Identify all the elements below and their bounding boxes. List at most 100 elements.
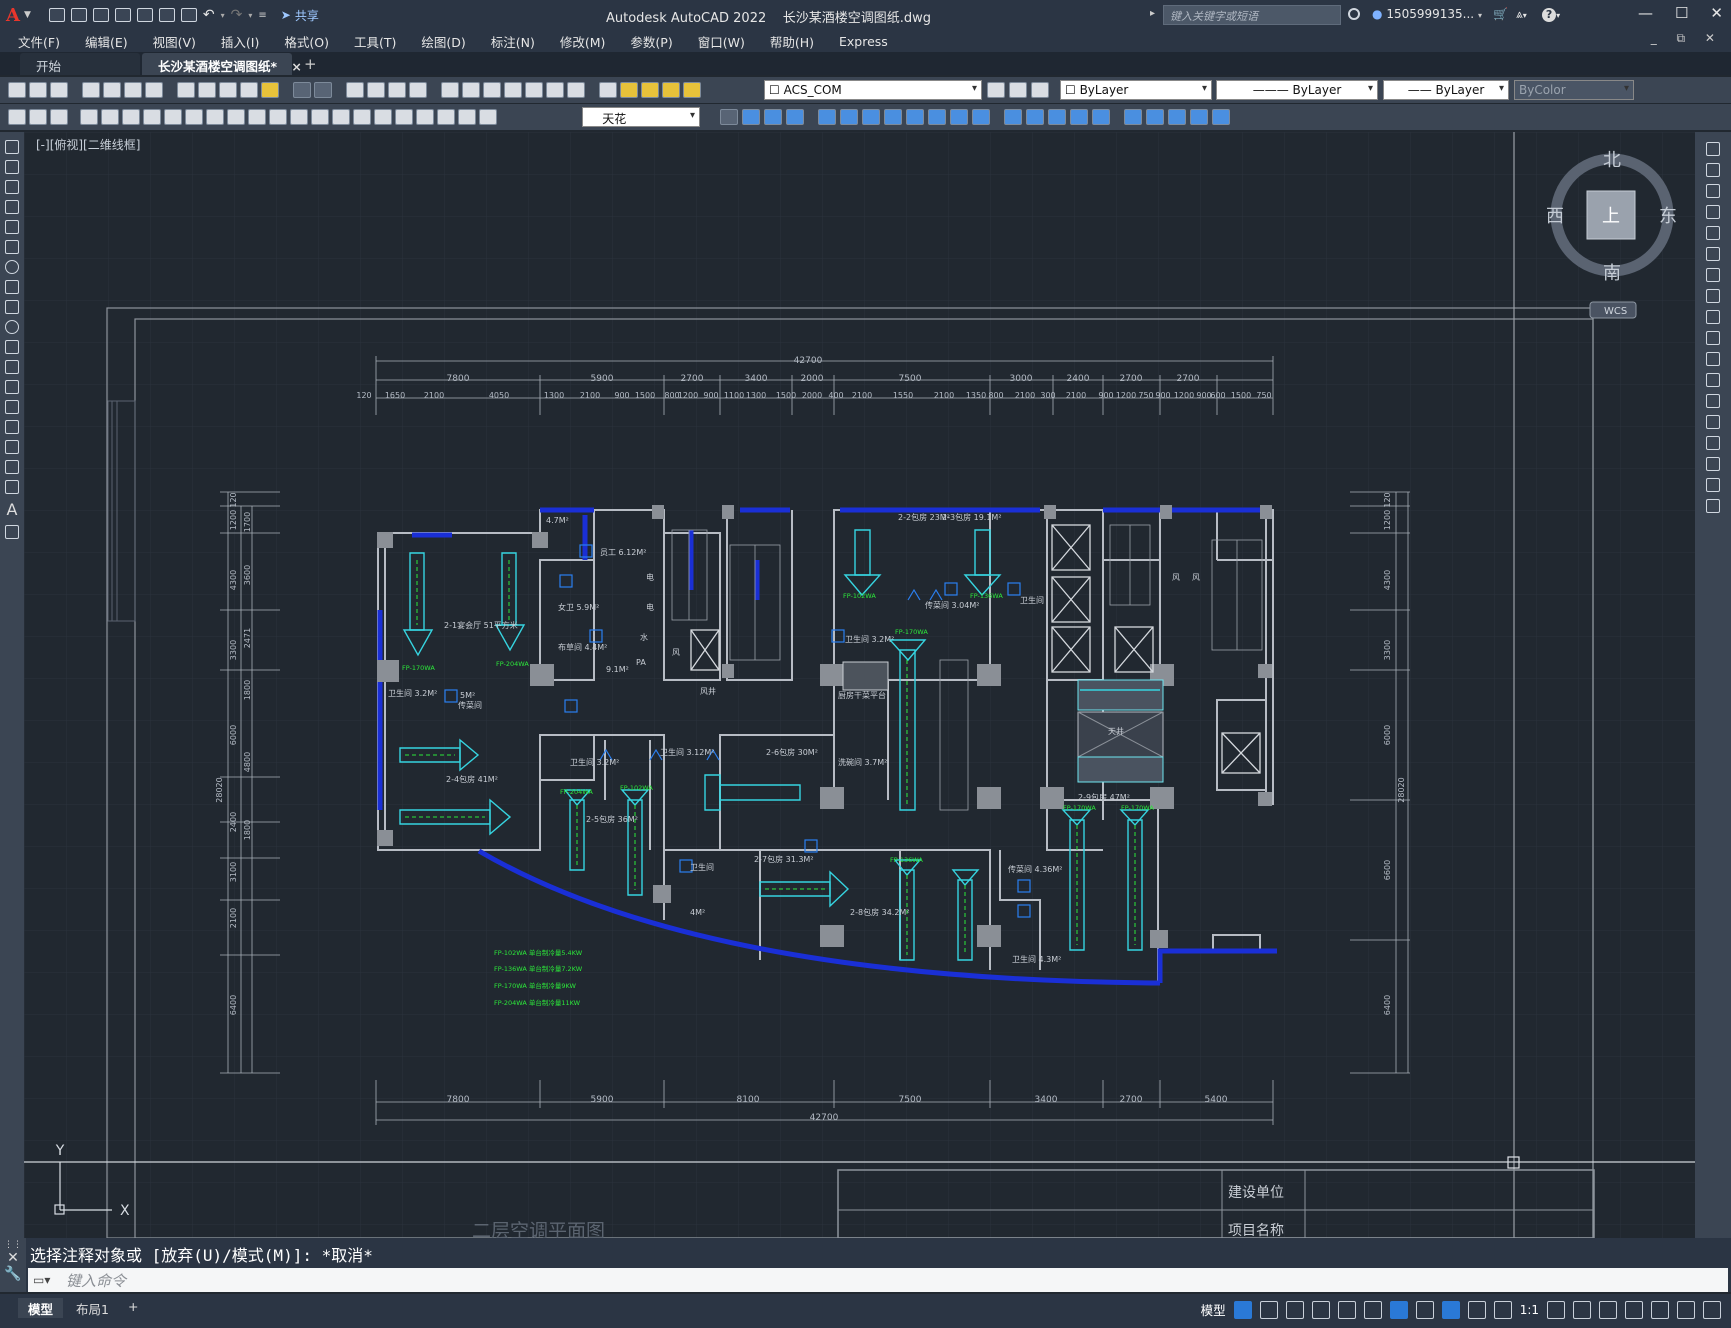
wcs-menu[interactable]: WCS <box>1604 306 1627 317</box>
dim-text-edit-icon[interactable] <box>458 109 476 125</box>
compass-south[interactable]: 南 <box>1603 263 1621 284</box>
dim-style-icon[interactable] <box>720 109 738 125</box>
layer-state-icon[interactable] <box>1031 82 1049 98</box>
ellipse-arc-icon[interactable] <box>5 340 19 354</box>
object-track-toggle-icon[interactable] <box>1363 1300 1382 1319</box>
drawing-canvas[interactable]: 建设单位 项目名称 二层空调平面图 42700 7800 5900 2700 3… <box>24 132 1695 1238</box>
arc-length-icon[interactable] <box>122 109 140 125</box>
auto-scale-icon[interactable] <box>1467 1300 1486 1319</box>
menu-view[interactable]: 视图(V) <box>153 32 196 51</box>
save-as-icon[interactable] <box>114 8 131 22</box>
region-icon[interactable] <box>5 460 19 474</box>
point-icon[interactable] <box>5 400 19 414</box>
polygon-icon[interactable] <box>5 200 19 214</box>
redo-dropdown-icon[interactable]: ▾ <box>248 11 252 20</box>
text-style-select[interactable]: 天花 <box>582 107 700 127</box>
fly-icon[interactable] <box>1168 109 1186 125</box>
layer-previous-icon[interactable] <box>1009 82 1027 98</box>
customize-qat-icon[interactable]: ≡ <box>258 10 266 21</box>
menu-express[interactable]: Express <box>839 34 888 49</box>
annotation-visibility-icon[interactable] <box>1441 1300 1460 1319</box>
annotation-scale[interactable]: 1:1 <box>1520 1303 1539 1317</box>
menu-modify[interactable]: 修改(M) <box>560 32 606 51</box>
offset-icon[interactable] <box>1706 205 1720 219</box>
save-icon[interactable] <box>92 8 109 22</box>
cut-icon[interactable] <box>177 82 195 98</box>
add-selected-icon[interactable] <box>5 525 19 539</box>
copy-icon[interactable] <box>198 82 216 98</box>
dim-edit-icon[interactable] <box>437 109 455 125</box>
ellipse-icon[interactable] <box>5 320 19 334</box>
menu-dimension[interactable]: 标注(N) <box>491 32 535 51</box>
revolve-icon[interactable] <box>840 109 858 125</box>
autodesk-app-icon[interactable]: ⩓ <box>1516 7 1523 21</box>
viewcube-top-face[interactable]: 上 <box>1602 206 1620 227</box>
polar-toggle-icon[interactable] <box>1311 1300 1330 1319</box>
qnew-icon[interactable] <box>8 82 26 98</box>
workspace-gear-icon[interactable] <box>1547 1300 1565 1319</box>
open-icon[interactable] <box>29 82 47 98</box>
user-account[interactable]: ● 1505999135... ▾ 🛒 ⩓▾ ? ▾ <box>1372 7 1560 22</box>
save-web-icon[interactable] <box>158 8 175 22</box>
lineweight-select[interactable]: —— ByLayer <box>1383 80 1509 100</box>
scale-icon[interactable] <box>1706 289 1720 303</box>
swheel-icon[interactable] <box>1212 109 1230 125</box>
extend-icon[interactable] <box>1706 352 1720 366</box>
viewport-controls[interactable]: [-][俯视][二维线框] <box>36 136 140 153</box>
menu-format[interactable]: 格式(O) <box>284 32 329 51</box>
paste-icon[interactable] <box>219 82 237 98</box>
linear-dim-icon[interactable] <box>80 109 98 125</box>
construction-line-icon[interactable] <box>5 160 19 174</box>
osnap-toggle-icon[interactable] <box>1389 1300 1408 1319</box>
minimize-button[interactable]: — <box>1638 4 1653 22</box>
menu-tools[interactable]: 工具(T) <box>354 32 396 51</box>
compass-north[interactable]: 北 <box>1603 150 1621 171</box>
new-tab-button[interactable]: + <box>304 55 317 75</box>
isolate-objects-icon[interactable] <box>1651 1300 1669 1319</box>
rotate-icon[interactable] <box>1706 268 1720 282</box>
tolerance-icon[interactable] <box>353 109 371 125</box>
search-icon[interactable] <box>1348 8 1360 20</box>
tab-drawing[interactable]: 长沙某酒楼空调图纸* × <box>142 53 302 75</box>
units-icon[interactable] <box>1599 1300 1617 1319</box>
properties-icon[interactable] <box>441 82 459 98</box>
recent-commands-icon[interactable]: ▭▾ <box>33 1273 50 1287</box>
app-logo[interactable]: A <box>6 5 20 26</box>
camera-icon[interactable] <box>1124 109 1142 125</box>
visual-style-icon[interactable] <box>1070 109 1088 125</box>
layer-on-icon[interactable] <box>620 82 638 98</box>
linetype-select[interactable]: ——— ByLayer <box>1216 80 1378 100</box>
publish-icon[interactable] <box>124 82 142 98</box>
circle-icon[interactable] <box>5 260 19 274</box>
markup-icon[interactable] <box>525 82 543 98</box>
quick-properties-icon[interactable] <box>1625 1300 1643 1319</box>
break-icon[interactable] <box>1706 394 1720 408</box>
join-icon[interactable] <box>1706 415 1720 429</box>
layer-properties-icon[interactable] <box>599 82 617 98</box>
menu-window[interactable]: 窗口(W) <box>698 32 745 51</box>
zoom-window-icon[interactable] <box>388 82 406 98</box>
ordinate-dim-icon[interactable] <box>143 109 161 125</box>
redo-tool-icon[interactable] <box>314 82 332 98</box>
sheet-set-icon[interactable] <box>504 82 522 98</box>
explode-icon[interactable] <box>1706 499 1720 513</box>
customization-menu-icon[interactable] <box>1703 1300 1721 1319</box>
lights-icon[interactable] <box>1048 109 1066 125</box>
rectangle-icon[interactable] <box>5 220 19 234</box>
table-icon[interactable] <box>5 480 19 494</box>
zoom-realtime-icon[interactable] <box>367 82 385 98</box>
annotation-monitor-icon[interactable] <box>1493 1300 1512 1319</box>
jogged-dim-icon[interactable] <box>185 109 203 125</box>
doc-window-controls[interactable]: _ ⧉ ✕ <box>1651 31 1723 46</box>
section-icon[interactable] <box>884 109 902 125</box>
save-icon[interactable] <box>50 82 68 98</box>
revcloud-icon[interactable] <box>5 280 19 294</box>
cart-icon[interactable]: 🛒 <box>1493 7 1508 21</box>
compass-west[interactable]: 西 <box>1546 206 1564 227</box>
aligned-dim-icon[interactable] <box>101 109 119 125</box>
walk-icon[interactable] <box>1146 109 1164 125</box>
redo-icon[interactable]: ↷ <box>231 7 243 23</box>
layer-freeze-vp-icon[interactable] <box>662 82 680 98</box>
match-properties-icon[interactable] <box>240 82 258 98</box>
move-icon[interactable] <box>1706 247 1720 261</box>
